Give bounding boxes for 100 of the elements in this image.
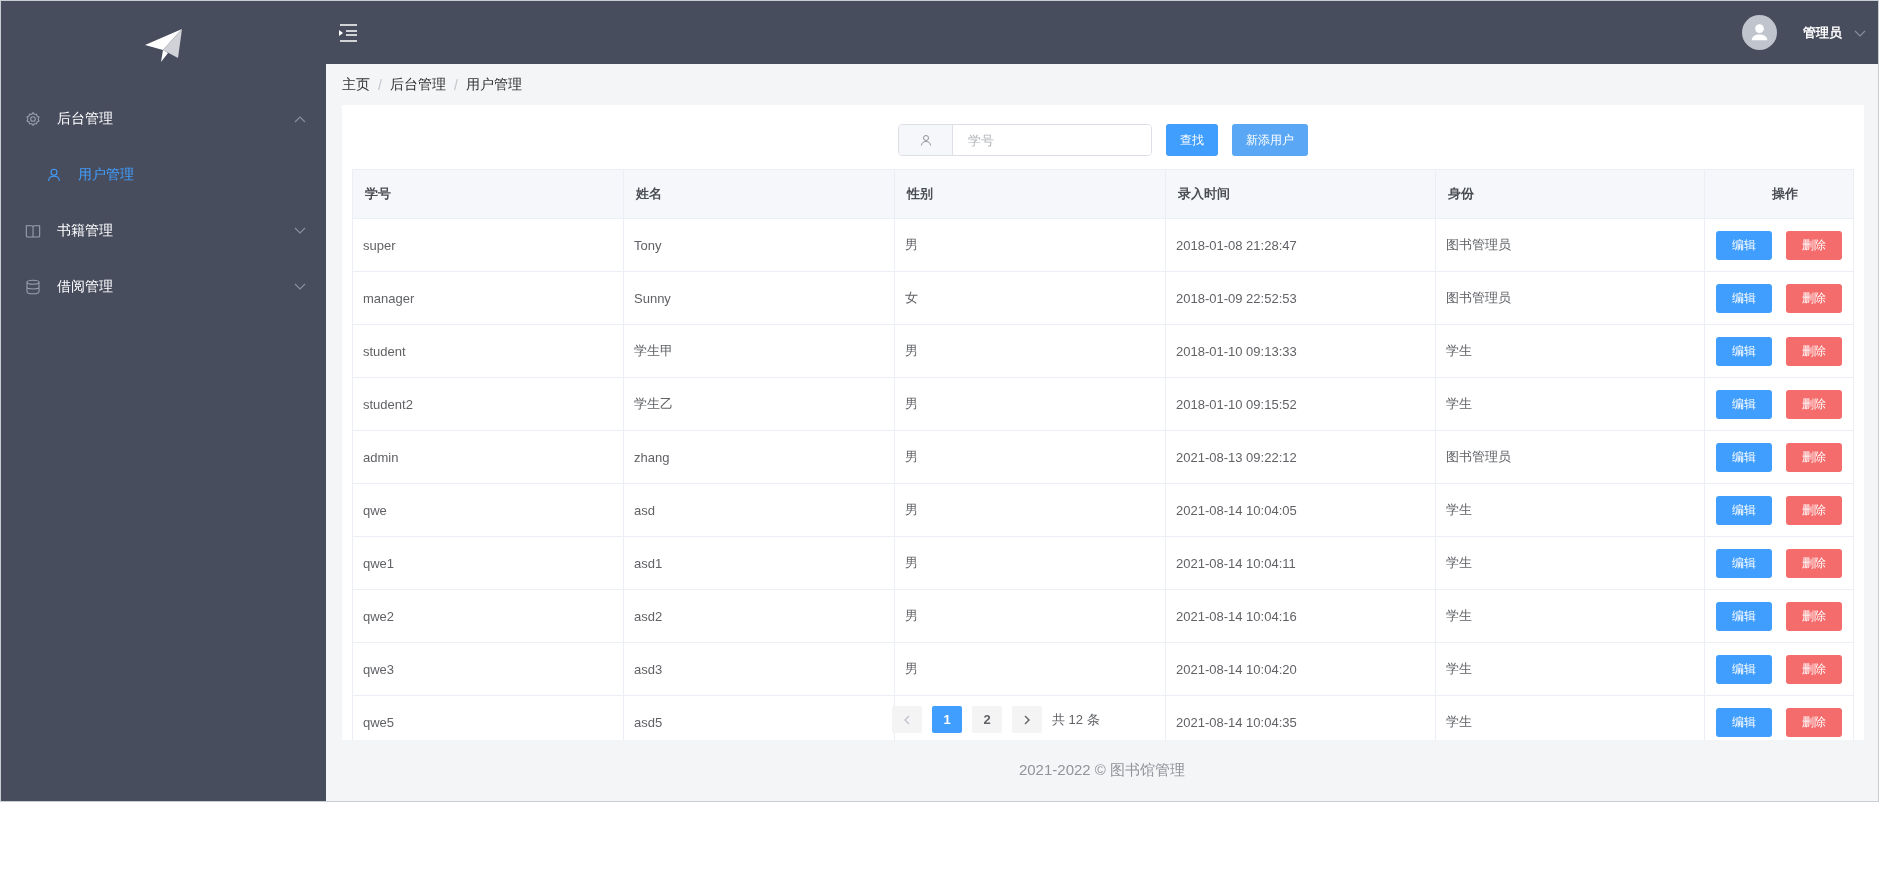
edit-button[interactable]: 编辑: [1716, 230, 1772, 260]
delete-button[interactable]: 删除: [1786, 548, 1842, 578]
breadcrumb-item[interactable]: 主页: [342, 75, 370, 94]
table-cell: asd1: [634, 555, 663, 571]
delete-button[interactable]: 删除: [1786, 707, 1842, 737]
edit-button[interactable]: 编辑: [1716, 283, 1772, 313]
table-cell: 男: [905, 237, 918, 252]
edit-button[interactable]: 编辑: [1716, 336, 1772, 366]
column-header: 身份: [1435, 169, 1705, 219]
delete-button[interactable]: 删除: [1786, 389, 1842, 419]
table-cell: 2018-01-08 21:28:47: [1176, 237, 1297, 253]
menu-item[interactable]: 借阅管理: [1, 259, 326, 315]
total-count: 共 12 条: [1052, 710, 1100, 729]
table-cell: 2021-08-13 09:22:12: [1176, 449, 1297, 465]
breadcrumb-separator: /: [378, 76, 382, 93]
table-cell: 图书管理员: [1446, 237, 1511, 252]
table-cell: asd5: [634, 714, 663, 730]
table-cell: student: [363, 343, 406, 359]
column-header: 操作: [1704, 169, 1854, 219]
user-icon: [46, 167, 62, 183]
submenu-item[interactable]: 用户管理: [1, 147, 326, 203]
page-button[interactable]: 1: [932, 706, 962, 733]
menu-toggle-icon[interactable]: [338, 23, 358, 42]
table-cell: 学生: [1446, 661, 1472, 676]
delete-button[interactable]: 删除: [1786, 283, 1842, 313]
column-header: 录入时间: [1165, 169, 1436, 219]
user-icon: [919, 134, 932, 146]
delete-button[interactable]: 删除: [1786, 601, 1842, 631]
edit-button[interactable]: 编辑: [1716, 707, 1772, 737]
table-cell: 2018-01-10 09:15:52: [1176, 396, 1297, 412]
breadcrumb-separator: /: [453, 76, 458, 93]
menu-item[interactable]: 书籍管理: [1, 203, 326, 259]
table-cell: 学生: [1446, 502, 1472, 517]
table-cell: 男: [905, 396, 918, 411]
delete-button[interactable]: 删除: [1786, 442, 1842, 472]
paper-plane-icon: [143, 28, 184, 64]
menu-item[interactable]: 后台管理: [1, 91, 326, 147]
table-cell: student2: [363, 396, 413, 412]
table-cell: Sunny: [634, 290, 671, 306]
table-cell: 2021-08-14 10:04:05: [1176, 502, 1297, 518]
table-cell: 2021-08-14 10:04:20: [1176, 661, 1297, 677]
table-cell: 学生: [1446, 608, 1472, 623]
table-cell: 学生: [1446, 343, 1472, 358]
edit-button[interactable]: 编辑: [1716, 389, 1772, 419]
chevron-right-icon: [1023, 714, 1031, 725]
table-cell: 2021-08-14 10:04:11: [1176, 555, 1296, 571]
edit-button[interactable]: 编辑: [1716, 548, 1772, 578]
delete-button[interactable]: 删除: [1786, 654, 1842, 684]
table-cell: 男: [905, 502, 918, 517]
add-user-button[interactable]: 新添用户: [1232, 124, 1308, 156]
table-cell: 男: [905, 608, 918, 623]
table-cell: 学生: [1446, 714, 1472, 729]
table-cell: asd3: [634, 661, 663, 677]
chevron-up-icon: [294, 115, 306, 123]
table-cell: 学生: [1446, 555, 1472, 570]
delete-button[interactable]: 删除: [1786, 336, 1842, 366]
table-cell: qwe: [363, 502, 387, 518]
edit-button[interactable]: 编辑: [1716, 495, 1772, 525]
avatar-icon[interactable]: [1742, 15, 1777, 50]
table-cell: 2021-08-14 10:04:35: [1176, 714, 1297, 730]
table-cell: 图书管理员: [1446, 449, 1511, 464]
gear-icon: [25, 111, 41, 127]
table-cell: zhang: [634, 449, 670, 465]
table-cell: qwe1: [363, 555, 395, 571]
search-field[interactable]: 学号: [898, 124, 1152, 156]
table-cell: qwe5: [363, 714, 395, 730]
column-header: 学号: [352, 169, 624, 219]
column-header: 姓名: [623, 169, 895, 219]
table-cell: 学生: [1446, 396, 1472, 411]
chevron-left-icon: [903, 714, 911, 725]
search-button[interactable]: 查找: [1166, 124, 1218, 156]
table-cell: 2018-01-09 22:52:53: [1176, 290, 1297, 306]
table-cell: asd: [634, 502, 655, 518]
table-cell: 2021-08-14 10:04:16: [1176, 608, 1297, 624]
table-cell: 男: [905, 343, 918, 358]
database-icon: [25, 279, 41, 295]
table-cell: 2018-01-10 09:13:33: [1176, 343, 1297, 359]
table-cell: Tony: [634, 237, 662, 253]
user-name[interactable]: 管理员: [1803, 23, 1842, 42]
chevron-down-icon: [294, 283, 306, 291]
book-icon: [25, 223, 41, 239]
edit-button[interactable]: 编辑: [1716, 654, 1772, 684]
breadcrumb-item[interactable]: 用户管理: [465, 75, 522, 94]
edit-button[interactable]: 编辑: [1716, 601, 1772, 631]
table-cell: 学生甲: [634, 343, 673, 358]
table-cell: 图书管理员: [1446, 290, 1511, 305]
column-header: 性别: [894, 169, 1166, 219]
chevron-down-icon: [1854, 29, 1866, 38]
table-cell: 男: [905, 449, 918, 464]
delete-button[interactable]: 删除: [1786, 230, 1842, 260]
table-cell: super: [363, 237, 396, 253]
table-cell: manager: [363, 290, 415, 306]
page-button[interactable]: 2: [972, 706, 1002, 733]
table-cell: 男: [905, 555, 918, 570]
breadcrumb-item[interactable]: 后台管理: [389, 75, 446, 94]
edit-button[interactable]: 编辑: [1716, 442, 1772, 472]
table-cell: asd2: [634, 608, 663, 624]
table-cell: qwe2: [363, 608, 395, 624]
delete-button[interactable]: 删除: [1786, 495, 1842, 525]
table-cell: 男: [905, 661, 918, 676]
